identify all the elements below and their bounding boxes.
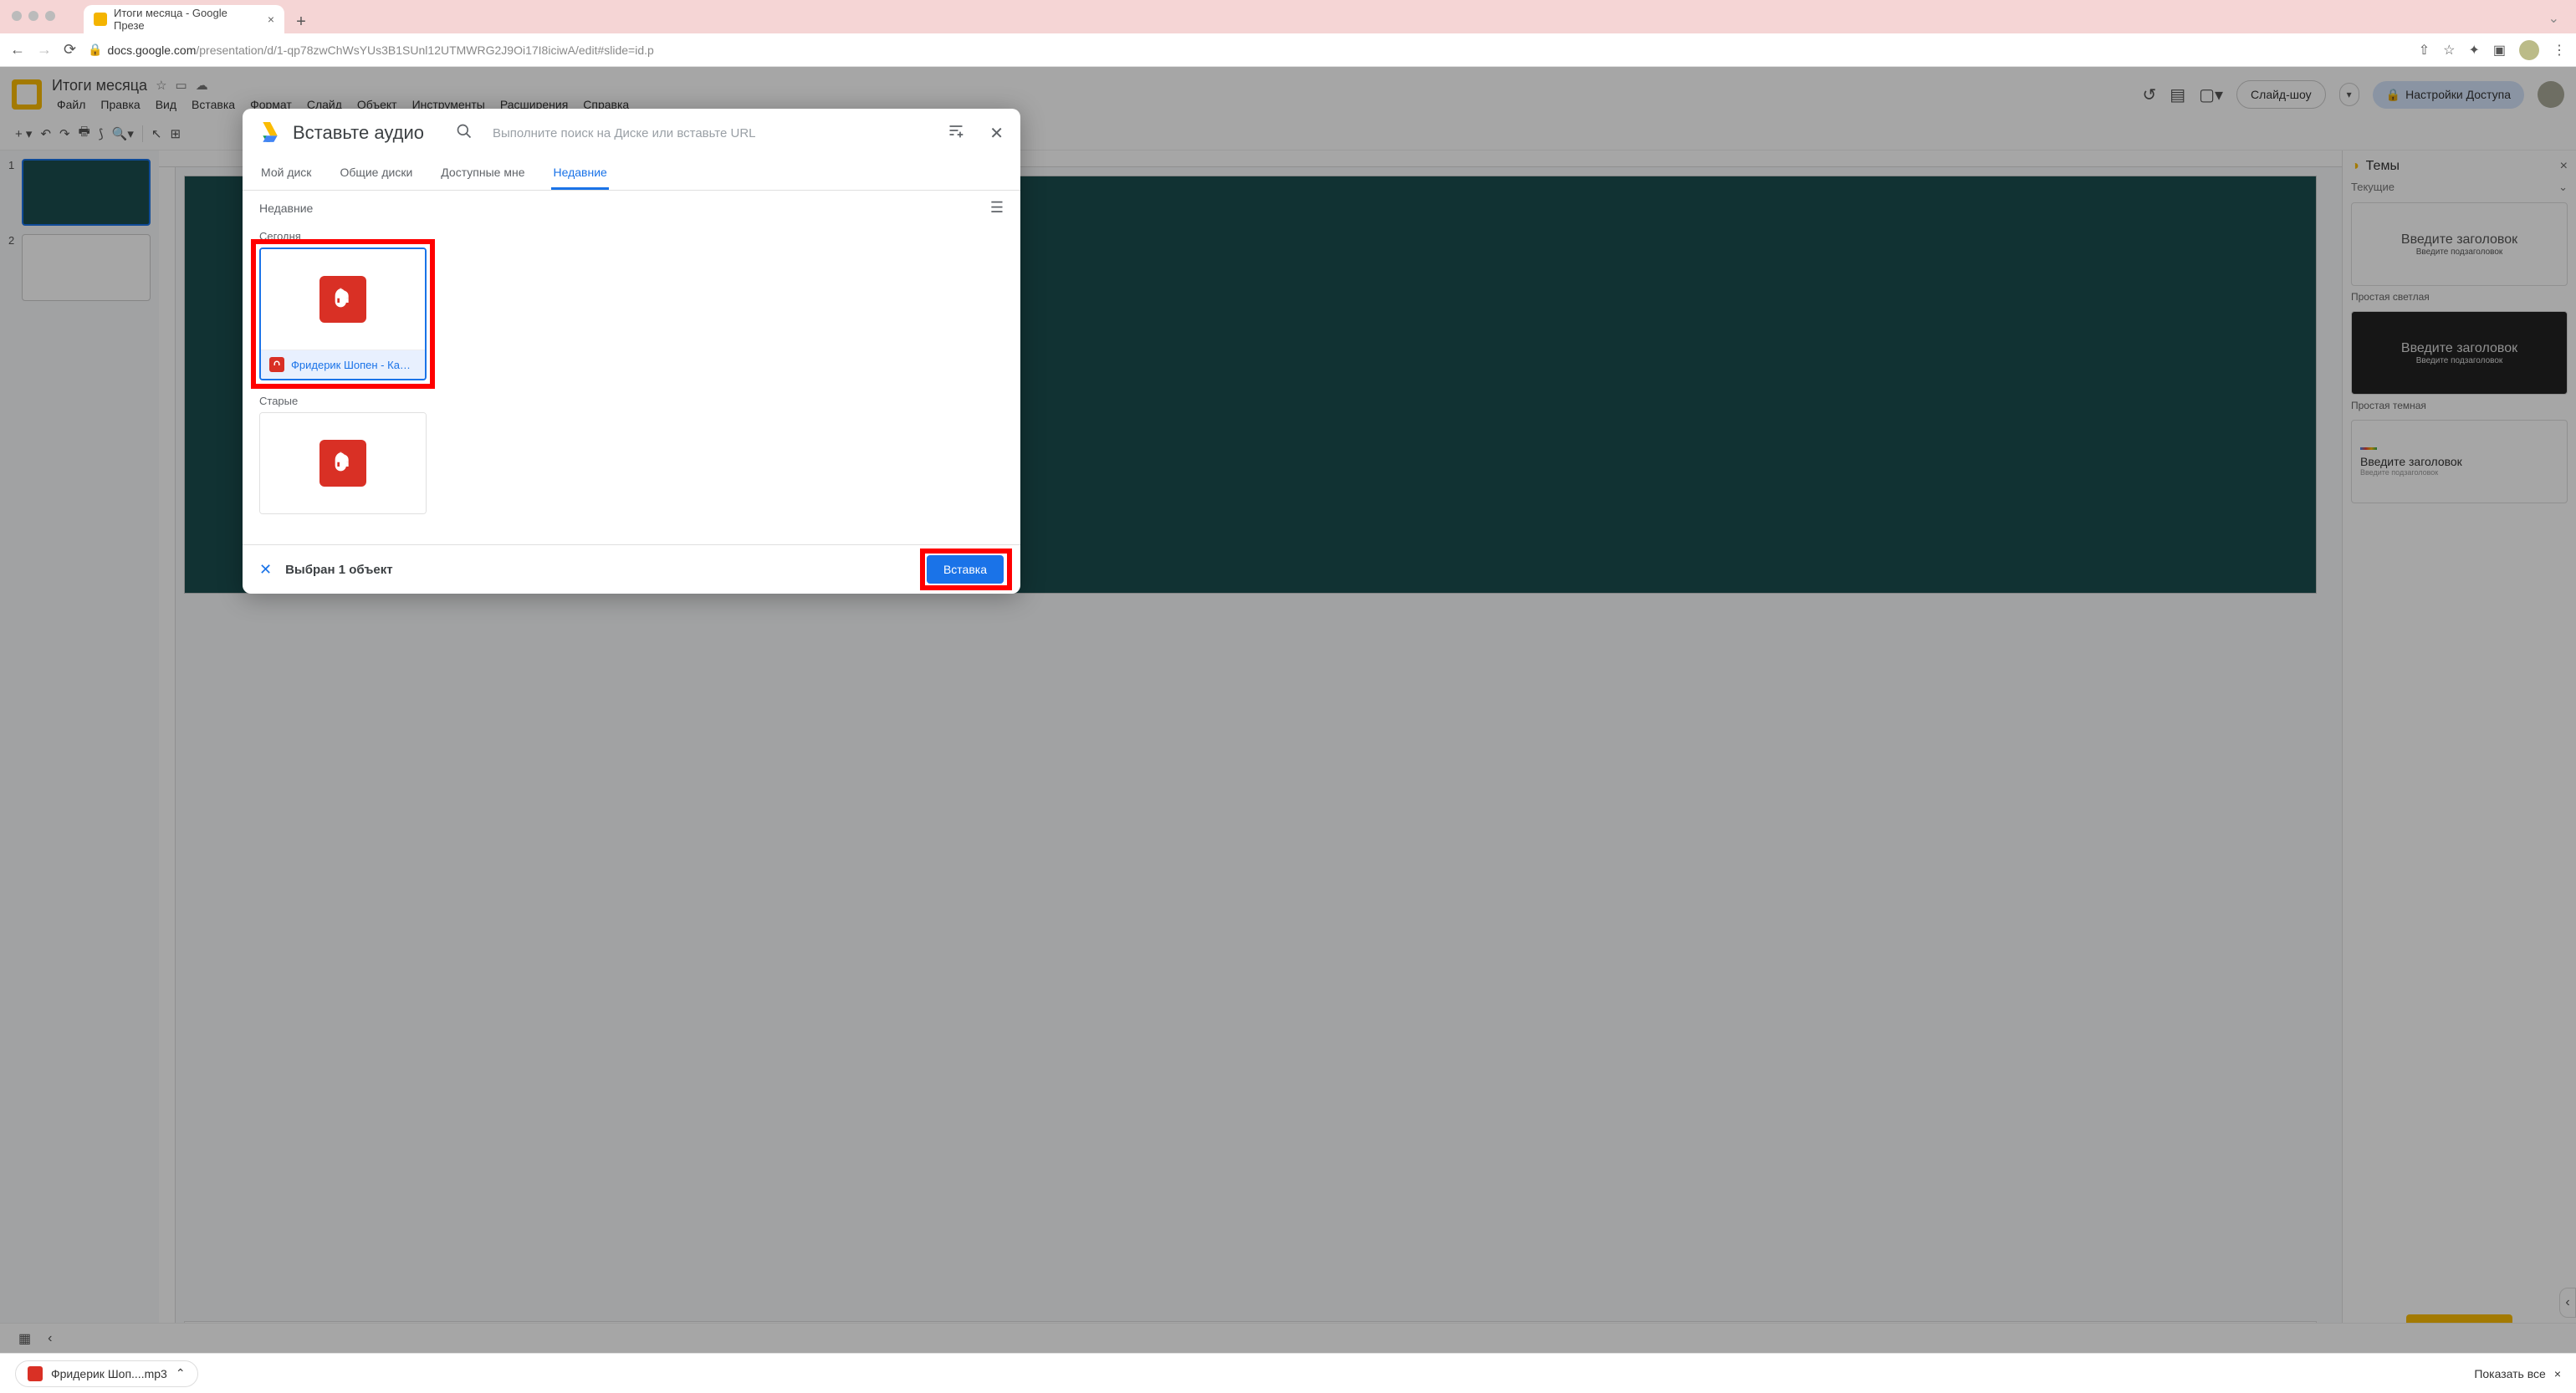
list-view-icon[interactable]: ☰ [990,199,1004,217]
kebab-icon[interactable]: ⋮ [2553,42,2566,59]
section-old: Старые [259,395,1004,407]
tune-icon[interactable] [948,122,964,144]
reload-button[interactable]: ⟳ [64,41,76,59]
chevron-down-icon[interactable]: ⌄ [2548,10,2559,27]
audio-file-icon [319,440,366,487]
tab-shared-drives[interactable]: Общие диски [338,157,414,190]
address-bar: ← → ⟳ 🔒 docs.google.com/presentation/d/1… [0,33,2576,67]
drive-logo [259,122,281,144]
extensions-icon[interactable]: ✦ [2468,42,2479,59]
clear-selection-icon[interactable]: ✕ [259,561,272,579]
show-all-downloads[interactable]: Показать все × [2474,1367,2561,1380]
close-icon[interactable]: × [268,13,274,26]
modal-footer: ✕ Выбран 1 объект Вставка [243,544,1020,594]
file-card-selected[interactable]: Фридерик Шопен - Ка… [259,247,427,380]
star-icon[interactable]: ☆ [2443,42,2455,59]
audio-mini-icon [269,357,284,372]
modal-subheading: Недавние [259,202,313,215]
audio-mini-icon [28,1366,43,1381]
back-button[interactable]: ← [10,41,25,59]
browser-tab-bar: Итоги месяца - Google Презе × + [0,0,2576,33]
modal-title: Вставьте аудио [293,122,424,144]
modal-tabs: Мой диск Общие диски Доступные мне Недав… [243,157,1020,191]
profile-avatar[interactable] [2519,40,2539,60]
share-icon[interactable]: ⇧ [2419,42,2430,59]
audio-file-icon [319,276,366,323]
file-name: Фридерик Шопен - Ка… [291,359,411,371]
insert-audio-modal: Вставьте аудио Выполните поиск на Диске … [243,109,1020,594]
lock-icon: 🔒 [88,43,102,57]
url-host: docs.google.com [108,43,197,57]
tab-title: Итоги месяца - Google Презе [114,7,261,32]
browser-tab[interactable]: Итоги месяца - Google Презе × [84,5,284,33]
close-icon[interactable]: ✕ [989,123,1004,144]
selection-count: Выбран 1 объект [285,563,393,577]
close-icon[interactable]: × [2554,1367,2561,1380]
tab-recent[interactable]: Недавние [551,157,608,190]
panel-icon[interactable]: ▣ [2493,42,2506,59]
window-traffic-lights [12,11,55,21]
tab-shared-with-me[interactable]: Доступные мне [439,157,526,190]
modal-body: Сегодня Фридерик Шопен - Ка… Старые [243,225,1020,544]
url-field[interactable]: 🔒 docs.google.com/presentation/d/1-qp78z… [88,43,2407,57]
file-card[interactable] [259,412,427,514]
section-today: Сегодня [259,230,1004,242]
download-filename: Фридерик Шоп....mp3 [51,1367,167,1380]
download-chip[interactable]: Фридерик Шоп....mp3 ⌃ [15,1360,198,1387]
insert-button[interactable]: Вставка [927,555,1004,584]
slides-favicon [94,13,107,26]
forward-button[interactable]: → [37,41,52,59]
downloads-bar: Фридерик Шоп....mp3 ⌃ Показать все × [0,1353,2576,1393]
url-path: /presentation/d/1-qp78zwChWsYUs3B1SUnl12… [196,43,653,57]
search-input[interactable]: Выполните поиск на Диске или вставьте UR… [493,126,923,140]
tab-my-drive[interactable]: Мой диск [259,157,313,190]
new-tab-button[interactable]: + [289,10,313,33]
search-icon[interactable] [456,123,473,144]
chevron-up-icon[interactable]: ⌃ [176,1366,186,1380]
